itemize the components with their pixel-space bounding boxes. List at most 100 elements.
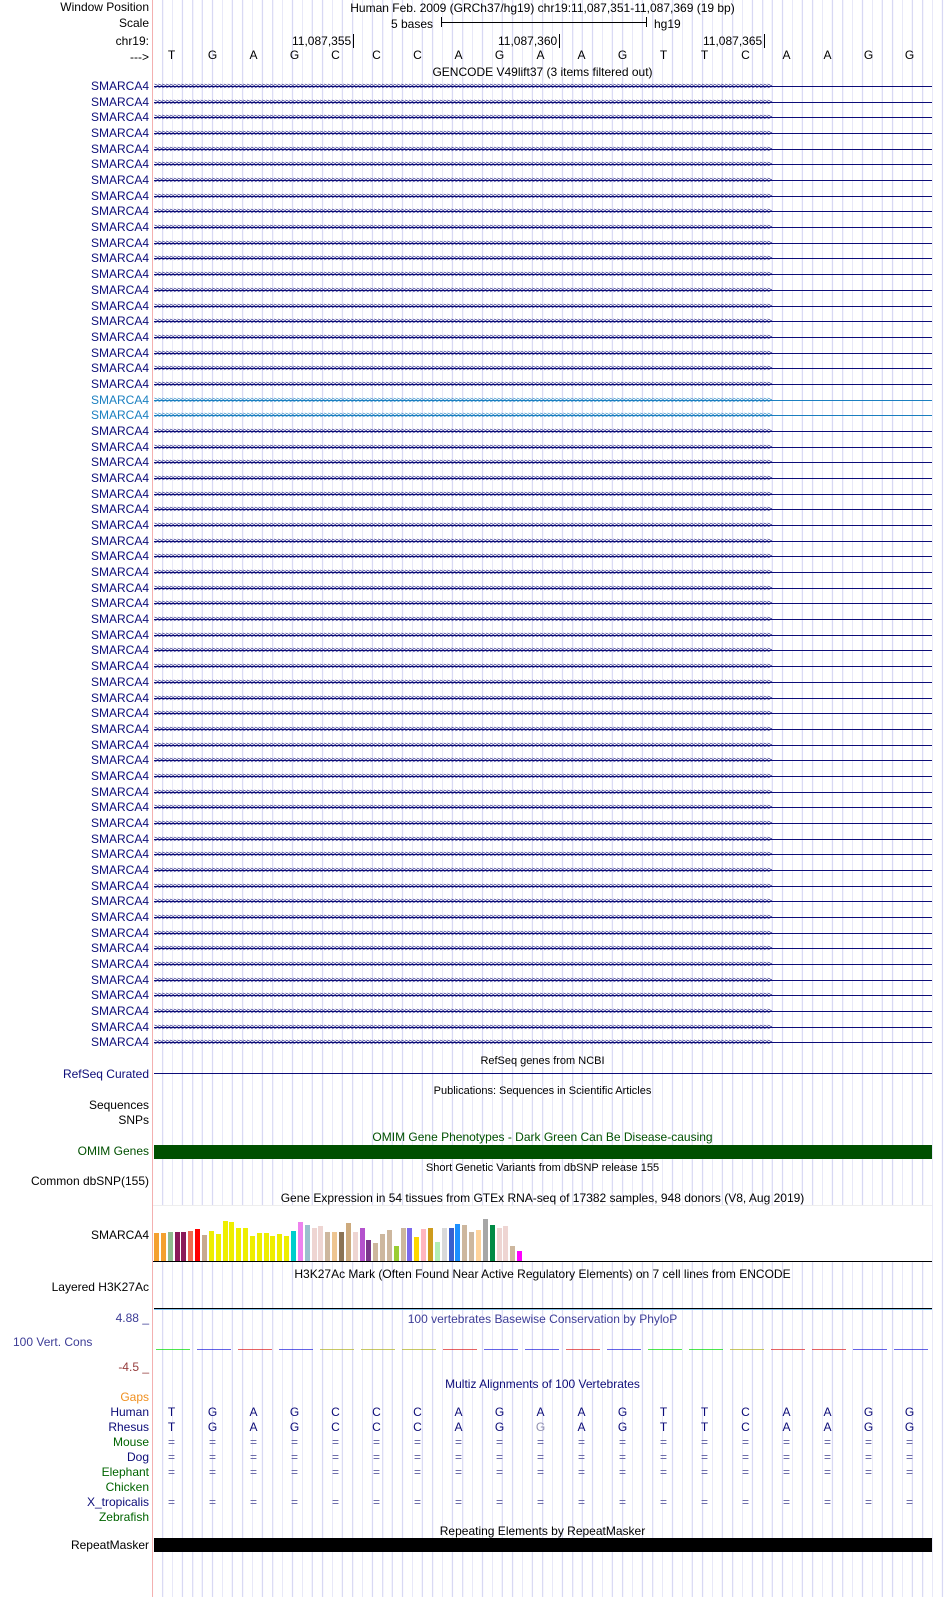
species-label-elephant[interactable]: Elephant [102, 1465, 149, 1480]
gene-transcript[interactable]: >>>>>>>>>>>>>>>>>>>>>>>>>>>>>>>>>>>>>>>>… [154, 490, 932, 499]
gene-label[interactable]: SMARCA4 [91, 753, 149, 768]
gene-transcript[interactable]: >>>>>>>>>>>>>>>>>>>>>>>>>>>>>>>>>>>>>>>>… [154, 333, 932, 342]
gtex-tissue-bar[interactable] [236, 1228, 242, 1261]
gtex-tissue-bar[interactable] [201, 1235, 207, 1261]
refseq-gene-line[interactable] [154, 1073, 932, 1074]
gene-transcript[interactable]: >>>>>>>>>>>>>>>>>>>>>>>>>>>>>>>>>>>>>>>>… [154, 145, 932, 154]
gtex-tissue-bar[interactable] [222, 1221, 228, 1261]
gtex-tissue-bar[interactable] [352, 1232, 358, 1261]
gtex-tissue-bar[interactable] [284, 1236, 290, 1261]
gtex-tissue-bar[interactable] [441, 1228, 447, 1261]
gene-label[interactable]: SMARCA4 [91, 204, 149, 219]
gene-transcript[interactable]: >>>>>>>>>>>>>>>>>>>>>>>>>>>>>>>>>>>>>>>>… [154, 1007, 932, 1016]
gene-label[interactable]: SMARCA4 [91, 502, 149, 517]
gene-transcript[interactable]: >>>>>>>>>>>>>>>>>>>>>>>>>>>>>>>>>>>>>>>>… [154, 741, 932, 750]
gtex-tissue-bar[interactable] [160, 1233, 166, 1261]
gene-transcript[interactable]: >>>>>>>>>>>>>>>>>>>>>>>>>>>>>>>>>>>>>>>>… [154, 254, 932, 263]
genome-browser-image[interactable]: Window Position Scale chr19: ---> Human … [0, 0, 950, 1597]
gene-transcript[interactable]: >>>>>>>>>>>>>>>>>>>>>>>>>>>>>>>>>>>>>>>>… [154, 584, 932, 593]
gene-label[interactable]: SMARCA4 [91, 926, 149, 941]
gtex-label[interactable]: SMARCA4 [91, 1228, 149, 1243]
gene-label[interactable]: SMARCA4 [91, 408, 149, 423]
gtex-tissue-bar[interactable] [414, 1237, 420, 1261]
gene-transcript[interactable]: >>>>>>>>>>>>>>>>>>>>>>>>>>>>>>>>>>>>>>>>… [154, 270, 932, 279]
gene-transcript[interactable]: >>>>>>>>>>>>>>>>>>>>>>>>>>>>>>>>>>>>>>>>… [154, 568, 932, 577]
gene-transcript[interactable]: >>>>>>>>>>>>>>>>>>>>>>>>>>>>>>>>>>>>>>>>… [154, 113, 932, 122]
gene-label[interactable]: SMARCA4 [91, 330, 149, 345]
gtex-tissue-bar[interactable] [215, 1234, 221, 1261]
gtex-tissue-bar[interactable] [297, 1222, 303, 1261]
gene-transcript[interactable]: >>>>>>>>>>>>>>>>>>>>>>>>>>>>>>>>>>>>>>>>… [154, 176, 932, 185]
gtex-tissue-bar[interactable] [434, 1242, 440, 1261]
gene-label[interactable]: SMARCA4 [91, 1004, 149, 1019]
gtex-tissue-bar[interactable] [277, 1234, 283, 1261]
species-label-human[interactable]: Human [110, 1405, 149, 1420]
gene-transcript[interactable]: >>>>>>>>>>>>>>>>>>>>>>>>>>>>>>>>>>>>>>>>… [154, 897, 932, 906]
species-label-chicken[interactable]: Chicken [106, 1480, 149, 1495]
gtex-tissue-bar[interactable] [489, 1225, 495, 1261]
gene-transcript[interactable]: >>>>>>>>>>>>>>>>>>>>>>>>>>>>>>>>>>>>>>>>… [154, 160, 932, 169]
gene-transcript[interactable]: >>>>>>>>>>>>>>>>>>>>>>>>>>>>>>>>>>>>>>>>… [154, 537, 932, 546]
gene-label[interactable]: SMARCA4 [91, 863, 149, 878]
gene-label[interactable]: SMARCA4 [91, 706, 149, 721]
gene-label[interactable]: SMARCA4 [91, 894, 149, 909]
gene-label[interactable]: SMARCA4 [91, 738, 149, 753]
gene-label[interactable]: SMARCA4 [91, 643, 149, 658]
gene-label[interactable]: SMARCA4 [91, 847, 149, 862]
gene-label[interactable]: SMARCA4 [91, 785, 149, 800]
gene-transcript[interactable]: >>>>>>>>>>>>>>>>>>>>>>>>>>>>>>>>>>>>>>>>… [154, 662, 932, 671]
gene-label[interactable]: SMARCA4 [91, 299, 149, 314]
gene-label[interactable]: SMARCA4 [91, 518, 149, 533]
gtex-tissue-bar[interactable] [393, 1246, 399, 1261]
gene-transcript[interactable]: >>>>>>>>>>>>>>>>>>>>>>>>>>>>>>>>>>>>>>>>… [154, 725, 932, 734]
gtex-tissue-bar[interactable] [291, 1231, 296, 1261]
gene-label[interactable]: SMARCA4 [91, 1035, 149, 1050]
gene-label[interactable]: SMARCA4 [91, 581, 149, 596]
omim-feature[interactable] [154, 1145, 932, 1159]
gtex-tissue-bar[interactable] [208, 1231, 214, 1261]
gtex-tissue-bar[interactable] [380, 1234, 386, 1261]
gene-label[interactable]: SMARCA4 [91, 973, 149, 988]
gene-label[interactable]: SMARCA4 [91, 596, 149, 611]
gene-transcript[interactable]: >>>>>>>>>>>>>>>>>>>>>>>>>>>>>>>>>>>>>>>>… [154, 427, 932, 436]
gene-label[interactable]: SMARCA4 [91, 236, 149, 251]
gene-label[interactable]: SMARCA4 [91, 79, 149, 94]
gene-label[interactable]: SMARCA4 [91, 487, 149, 502]
gene-label[interactable]: SMARCA4 [91, 361, 149, 376]
gene-label[interactable]: SMARCA4 [91, 628, 149, 643]
repeatmasker-feature[interactable] [154, 1538, 932, 1552]
gene-label[interactable]: SMARCA4 [91, 471, 149, 486]
snps-label[interactable]: SNPs [118, 1113, 149, 1128]
gene-label[interactable]: SMARCA4 [91, 769, 149, 784]
gtex-tissue-bar[interactable] [181, 1232, 187, 1261]
gtex-tissue-bar[interactable] [311, 1228, 317, 1261]
species-label-dog[interactable]: Dog [127, 1450, 149, 1465]
gene-transcript[interactable]: >>>>>>>>>>>>>>>>>>>>>>>>>>>>>>>>>>>>>>>>… [154, 850, 932, 859]
gtex-tissue-bar[interactable] [366, 1240, 372, 1261]
gene-label[interactable]: SMARCA4 [91, 220, 149, 235]
gtex-tissue-bar[interactable] [345, 1223, 351, 1261]
gtex-tissue-bar[interactable] [400, 1228, 406, 1261]
gene-transcript[interactable]: >>>>>>>>>>>>>>>>>>>>>>>>>>>>>>>>>>>>>>>>… [154, 82, 932, 91]
gene-label[interactable]: SMARCA4 [91, 126, 149, 141]
gtex-tissue-bar[interactable] [428, 1228, 433, 1261]
gtex-tissue-bar[interactable] [249, 1236, 255, 1261]
gtex-tissue-bar[interactable] [167, 1232, 173, 1261]
gene-label[interactable]: SMARCA4 [91, 816, 149, 831]
gene-transcript[interactable]: >>>>>>>>>>>>>>>>>>>>>>>>>>>>>>>>>>>>>>>>… [154, 396, 932, 405]
gtex-tissue-bar[interactable] [503, 1226, 509, 1261]
gene-label[interactable]: SMARCA4 [91, 534, 149, 549]
phylop-label[interactable]: 100 Vert. Cons [13, 1335, 92, 1349]
gtex-tissue-bar[interactable] [195, 1229, 201, 1261]
gene-transcript[interactable]: >>>>>>>>>>>>>>>>>>>>>>>>>>>>>>>>>>>>>>>>… [154, 944, 932, 953]
gene-label[interactable]: SMARCA4 [91, 267, 149, 282]
gene-label[interactable]: SMARCA4 [91, 832, 149, 847]
gene-transcript[interactable]: >>>>>>>>>>>>>>>>>>>>>>>>>>>>>>>>>>>>>>>>… [154, 129, 932, 138]
gene-label[interactable]: SMARCA4 [91, 659, 149, 674]
gene-transcript[interactable]: >>>>>>>>>>>>>>>>>>>>>>>>>>>>>>>>>>>>>>>>… [154, 349, 932, 358]
gene-transcript[interactable]: >>>>>>>>>>>>>>>>>>>>>>>>>>>>>>>>>>>>>>>>… [154, 411, 932, 420]
gene-transcript[interactable]: >>>>>>>>>>>>>>>>>>>>>>>>>>>>>>>>>>>>>>>>… [154, 646, 932, 655]
gtex-tissue-bar[interactable] [256, 1233, 262, 1261]
sequences-label[interactable]: Sequences [89, 1098, 149, 1113]
gtex-tissue-bar[interactable] [421, 1229, 427, 1261]
